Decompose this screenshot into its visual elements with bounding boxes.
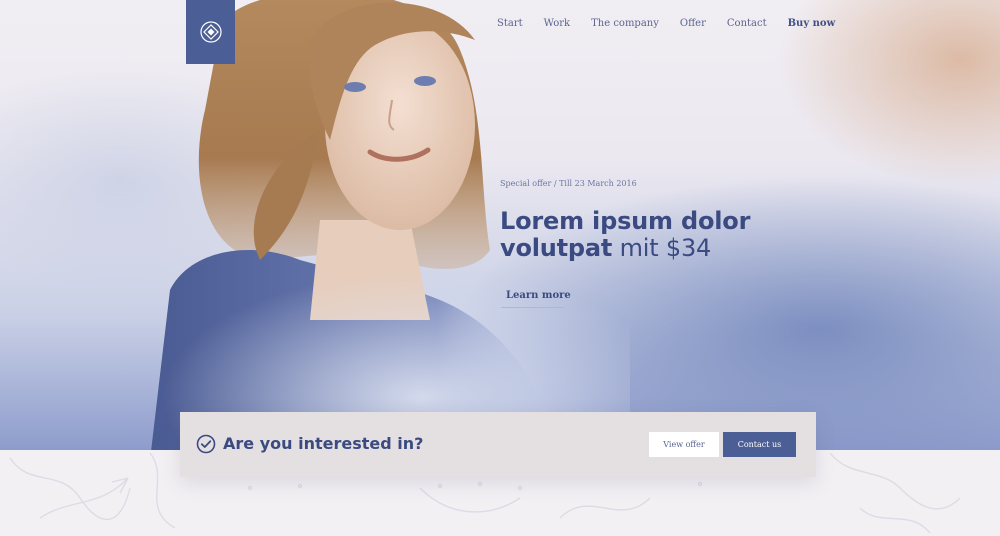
headline-line-1: Lorem ipsum dolor bbox=[500, 207, 751, 235]
interest-bar-title: Are you interested in? bbox=[223, 434, 424, 453]
main-nav: Start Work The company Offer Contact Buy… bbox=[497, 18, 835, 29]
logo[interactable] bbox=[186, 0, 235, 64]
nav-item-offer[interactable]: Offer bbox=[680, 18, 706, 29]
learn-more-link[interactable]: Learn more bbox=[506, 290, 571, 301]
learn-more-underline bbox=[501, 307, 564, 308]
nav-item-contact[interactable]: Contact bbox=[727, 18, 767, 29]
special-offer-eyebrow: Special offer / Till 23 March 2016 bbox=[500, 179, 637, 188]
view-offer-button[interactable]: View offer bbox=[649, 432, 719, 457]
nav-item-work[interactable]: Work bbox=[544, 18, 570, 29]
headline-line-2-bold: volutpat bbox=[500, 234, 613, 262]
hero-headline: Lorem ipsum dolor volutpat mit $34 bbox=[500, 208, 750, 262]
contact-us-button[interactable]: Contact us bbox=[723, 432, 796, 457]
headline-line-2-light: mit $34 bbox=[612, 234, 712, 262]
nav-item-the-company[interactable]: The company bbox=[591, 18, 659, 29]
diamond-emblem-icon bbox=[199, 21, 222, 43]
nav-item-start[interactable]: Start bbox=[497, 18, 523, 29]
check-circle-icon bbox=[196, 434, 216, 454]
nav-item-buy-now[interactable]: Buy now bbox=[788, 18, 836, 29]
interest-bar: Are you interested in? View offer Contac… bbox=[180, 412, 816, 477]
